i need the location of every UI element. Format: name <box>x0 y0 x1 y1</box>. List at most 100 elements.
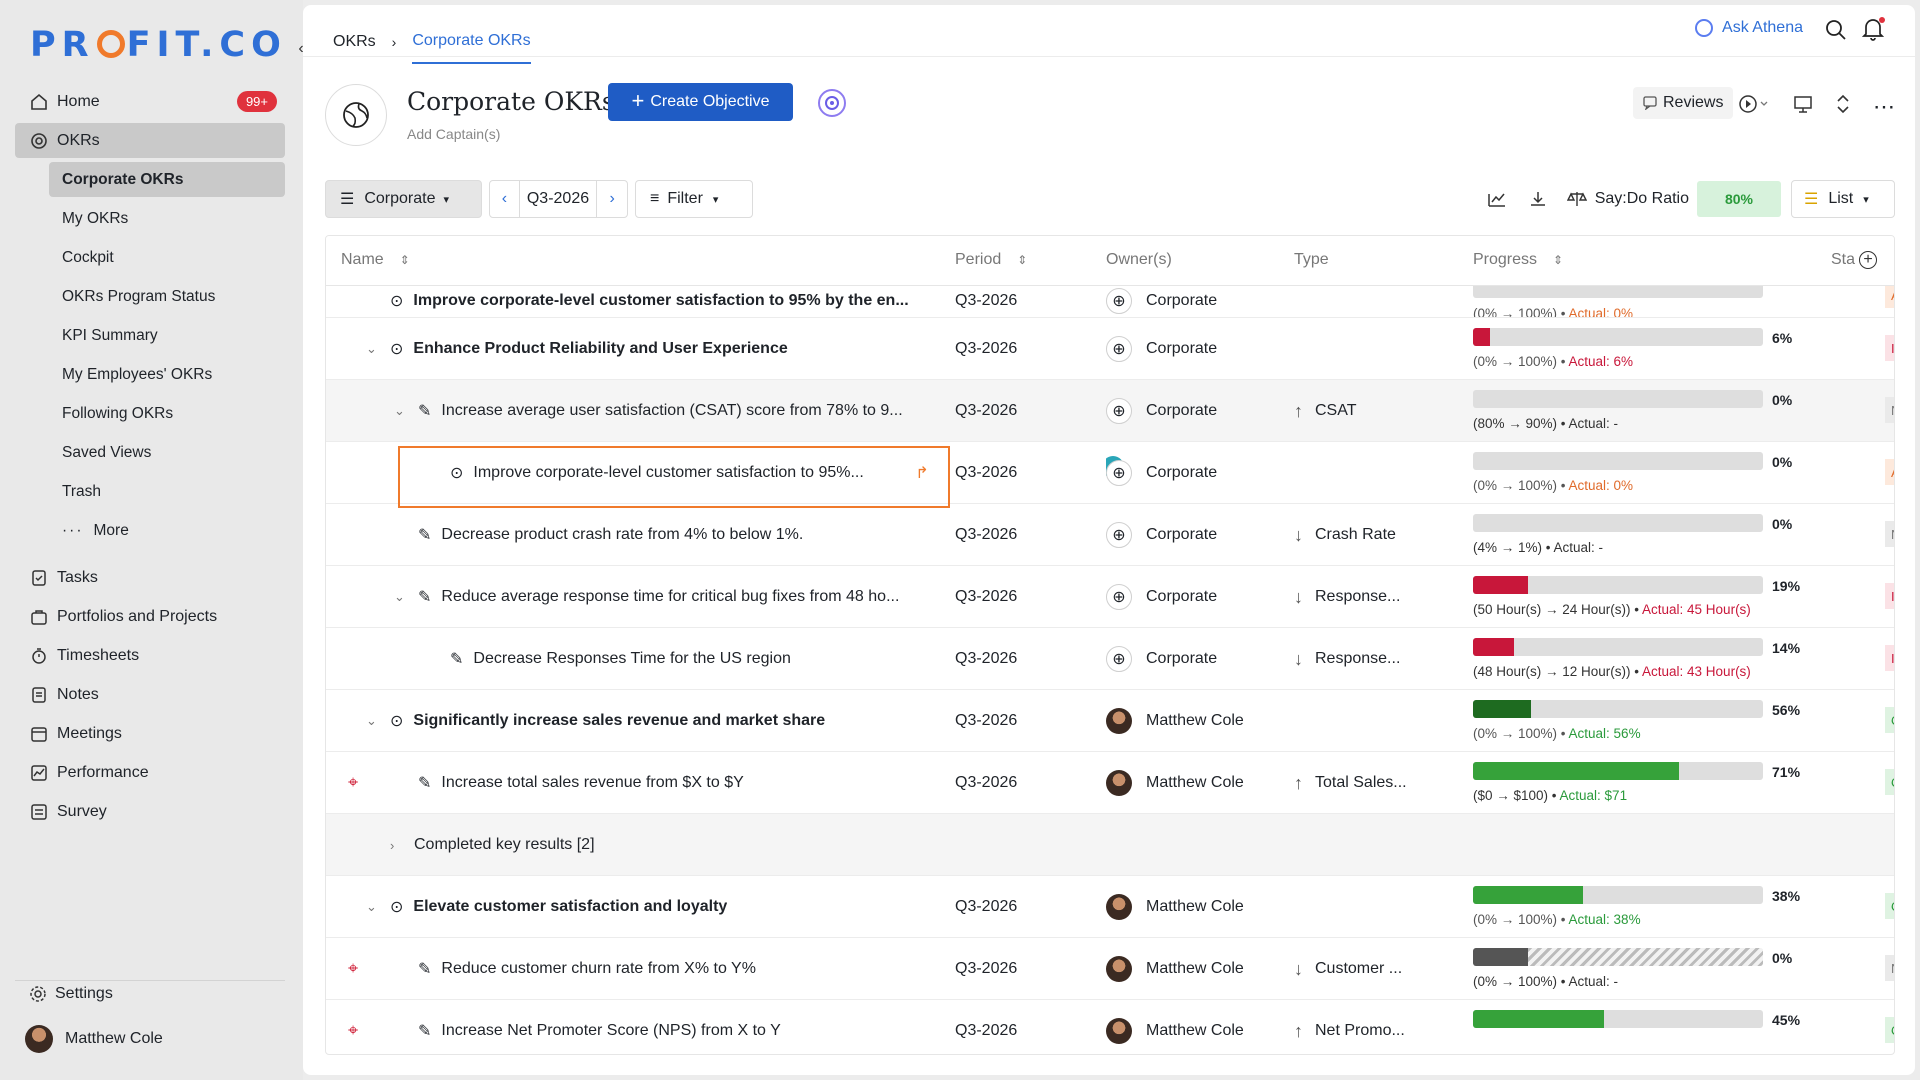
filter-button[interactable]: ≡ Filter ▾ <box>635 180 753 218</box>
table-row[interactable]: ⊙ Improve corporate-level customer satisf… <box>326 442 1894 508</box>
status-badge: At Risk <box>1885 459 1894 485</box>
add-captains-link[interactable]: Add Captain(s) <box>407 126 500 142</box>
pin-check-icon[interactable]: ⌖ <box>348 1020 358 1041</box>
prev-period-button[interactable]: ‹ <box>490 181 520 217</box>
sidebar-item-label: Home <box>57 92 100 110</box>
user-profile[interactable]: Matthew Cole <box>25 1025 163 1053</box>
row-type: ↑ Net Promo... <box>1294 1000 1424 1054</box>
sort-icon: ⇕ <box>1553 253 1564 267</box>
download-icon[interactable] <box>1529 190 1547 208</box>
sidebar-item-portfolios[interactable]: Portfolios and Projects <box>15 599 285 634</box>
ai-target-icon[interactable] <box>818 89 846 117</box>
layout-selector[interactable]: ☰ List ▾ <box>1791 180 1895 218</box>
arrow-up-icon: ↑ <box>1294 400 1303 421</box>
chevron-down-icon[interactable]: ⌄ <box>366 713 380 729</box>
col-period[interactable]: Period ⇕ <box>955 251 1027 269</box>
pin-check-icon[interactable]: ⌖ <box>348 772 358 793</box>
ask-athena-label: Ask Athena <box>1722 19 1803 36</box>
say-do-label: Say:Do Ratio <box>1594 190 1689 207</box>
subnav-employees-okrs[interactable]: My Employees' OKRs <box>49 357 285 392</box>
add-column-icon[interactable]: + <box>1859 251 1878 269</box>
chevron-right-icon[interactable]: › <box>390 838 404 853</box>
arrow-down-icon: ↓ <box>1294 586 1303 607</box>
play-icon[interactable] <box>1739 94 1771 119</box>
topbar: OKRs › Corporate OKRs Ask Athena <box>303 5 1915 64</box>
row-owner: ⊕ Corporate <box>1106 286 1217 317</box>
sidebar-item-survey[interactable]: Survey <box>15 794 285 829</box>
view-selector[interactable]: ☰ Corporate ▾ <box>325 180 482 218</box>
subnav-kpi-summary[interactable]: KPI Summary <box>49 318 285 353</box>
subnav-my-okrs[interactable]: My OKRs <box>49 201 285 236</box>
table-row[interactable]: ⊙ Improve corporate-level customer satisf… <box>326 286 1894 318</box>
chevron-down-icon[interactable]: ⌄ <box>394 589 408 605</box>
progress-percent: 0% <box>1772 454 1793 470</box>
type-label: Net Promo... <box>1315 1022 1405 1039</box>
subnav-program-status[interactable]: OKRs Program Status <box>49 279 285 314</box>
sidebar-item-meetings[interactable]: Meetings <box>15 716 285 751</box>
sidebar-item-label: Portfolios and Projects <box>57 607 218 625</box>
chart-icon[interactable] <box>1487 190 1507 208</box>
breadcrumb-current[interactable]: Corporate OKRs <box>412 32 531 64</box>
progress-percent: 38% <box>1772 888 1801 904</box>
table-row[interactable]: ⌄ ⊙ Significantly increase sales revenue a… <box>326 690 1894 752</box>
col-progress[interactable]: Progress ⇕ <box>1473 251 1563 269</box>
table-row[interactable]: ⌖ ✎ Reduce customer churn rate from X% to… <box>326 938 1894 1000</box>
completed-key-results-row[interactable]: › Completed key results [2] <box>326 814 1894 876</box>
row-name: › Completed key results [2] <box>390 814 595 876</box>
create-objective-button[interactable]: + Create Objective <box>608 83 793 121</box>
share-arrow-icon[interactable]: ↱ <box>915 463 928 483</box>
progress-cell: (0% → 100%) • Actual: 6% <box>1473 328 1763 372</box>
progress-label: (80% → 90%) • Actual: - <box>1473 416 1619 431</box>
subnav-corporate-okrs[interactable]: Corporate OKRs <box>49 162 285 197</box>
row-period: Q3-2026 <box>955 464 1018 481</box>
owner-name: Corporate <box>1146 402 1218 419</box>
sidebar-item-tasks[interactable]: Tasks <box>15 560 285 595</box>
row-title: Completed key results [2] <box>414 836 595 853</box>
sidebar-item-timesheets[interactable]: Timesheets <box>15 638 285 673</box>
expand-collapse-icon[interactable] <box>1835 93 1851 120</box>
sidebar-item-label: Survey <box>57 802 107 820</box>
search-icon[interactable] <box>1825 19 1847 46</box>
pin-check-icon[interactable]: ⌖ <box>348 958 358 979</box>
subnav-more[interactable]: ··· More <box>49 513 285 548</box>
progress-percent: 0% <box>1772 392 1793 408</box>
table-row[interactable]: ⌖ ✎ Increase Net Promoter Score (NPS) fro… <box>326 1000 1894 1054</box>
sidebar-item-home[interactable]: Home 99+ <box>15 84 285 119</box>
sidebar-item-okrs[interactable]: OKRs <box>15 123 285 158</box>
subnav-saved-views[interactable]: Saved Views <box>49 435 285 470</box>
more-options-icon[interactable]: ⋯ <box>1873 94 1896 120</box>
table-row[interactable]: ⌖ ✎ Increase total sales revenue from $X … <box>326 752 1894 814</box>
table-row[interactable]: ⌄ ⊙ Enhance Product Reliability and User E… <box>326 318 1894 380</box>
table-row[interactable]: ✎ Decrease product crash rate from 4% to … <box>326 504 1894 566</box>
sidebar-item-performance[interactable]: Performance <box>15 755 285 790</box>
objective-icon: ⊙ <box>390 713 404 730</box>
profit-logo[interactable]: PR FIT.CO <box>30 25 287 65</box>
avatar <box>25 1025 53 1053</box>
chevron-down-icon[interactable]: ⌄ <box>394 403 408 419</box>
ask-athena-button[interactable]: Ask Athena <box>1695 19 1803 37</box>
table-row[interactable]: ⌄ ✎ Reduce average response time for criti… <box>326 566 1894 628</box>
chevron-down-icon[interactable]: ⌄ <box>366 899 380 915</box>
sidebar-item-notes[interactable]: Notes <box>15 677 285 712</box>
col-name[interactable]: Name ⇕ <box>341 251 410 269</box>
table-header: Name ⇕ Period ⇕ Owner(s) Type Progress ⇕ St… <box>326 236 1894 286</box>
objective-icon: ⊙ <box>390 293 404 310</box>
period-label[interactable]: Q3-2026 <box>520 181 598 217</box>
type-label: Total Sales... <box>1315 774 1407 791</box>
breadcrumb-okrs[interactable]: OKRs <box>333 33 376 51</box>
chevron-down-icon[interactable]: ⌄ <box>366 341 380 357</box>
reviews-button[interactable]: Reviews <box>1633 87 1734 119</box>
sidebar-item-settings[interactable]: Settings <box>29 985 113 1003</box>
subnav-following-okrs[interactable]: Following OKRs <box>49 396 285 431</box>
row-name: ⌄ ⊙ Elevate customer satisfaction and loya… <box>366 876 727 938</box>
table-row[interactable]: ✎ Decrease Responses Time for the US regi… <box>326 628 1894 690</box>
subnav-trash[interactable]: Trash <box>49 474 285 509</box>
table-row[interactable]: ⌄ ✎ Increase average user satisfaction (CS… <box>326 380 1894 442</box>
presentation-icon[interactable] <box>1793 94 1813 119</box>
key-result-icon: ✎ <box>418 961 432 978</box>
next-period-button[interactable]: › <box>597 181 627 217</box>
row-period: Q3-2026 <box>955 340 1018 357</box>
table-row[interactable]: ⌄ ⊙ Elevate customer satisfaction and loya… <box>326 876 1894 938</box>
user-name: Matthew Cole <box>65 1030 163 1047</box>
subnav-cockpit[interactable]: Cockpit <box>49 240 285 275</box>
